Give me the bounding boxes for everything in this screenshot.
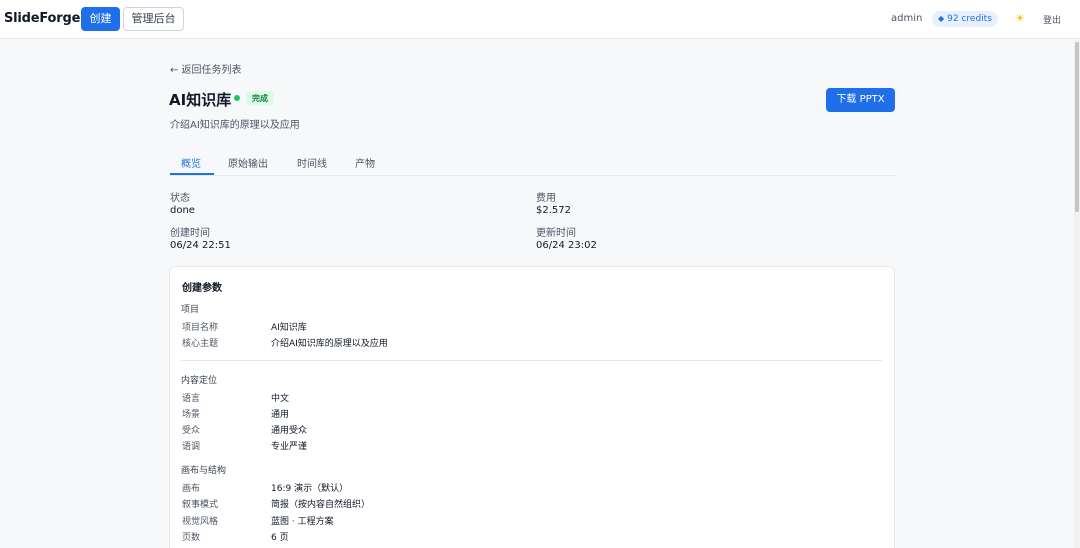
created-time-value: 06/24 22:51 — [170, 240, 231, 251]
diamond-icon: ◆ — [938, 14, 945, 23]
status-badge: 完成 — [246, 91, 274, 106]
created-time-label: 创建时间 — [170, 228, 210, 239]
param-key: 画布 — [182, 484, 201, 494]
tab-overview[interactable]: 概览 — [181, 155, 201, 170]
logout-link[interactable]: 登出 — [1043, 13, 1061, 26]
param-value: 专业严谨 — [271, 442, 308, 452]
nav-admin-button[interactable]: 管理后台 — [123, 7, 184, 31]
updated-time-value: 06/24 23:02 — [536, 240, 597, 251]
status-dot-icon — [234, 95, 240, 101]
param-key: 叙事模式 — [182, 500, 219, 510]
param-key: 受众 — [182, 426, 201, 436]
section-divider — [181, 360, 882, 361]
param-value: 16:9 演示（默认） — [271, 484, 349, 494]
user-name: admin — [891, 13, 923, 24]
credits-text: 92 credits — [947, 14, 992, 24]
status-label: 状态 — [170, 193, 190, 204]
param-value: 中文 — [271, 394, 290, 404]
brand-logo[interactable]: SlideForge — [4, 11, 80, 26]
section-canvas-heading: 画布与结构 — [181, 466, 227, 476]
param-value: AI知识库 — [271, 323, 307, 333]
download-pptx-button[interactable]: 下载 PPTX — [826, 88, 895, 112]
page-title: AI知识库 — [169, 91, 232, 109]
status-value: done — [170, 205, 195, 216]
top-bar: SlideForge 创建 管理后台 admin ◆ 92 credits ☀ 登… — [0, 0, 1080, 39]
param-key: 场景 — [182, 410, 201, 420]
credits-badge: ◆ 92 credits — [932, 11, 998, 27]
nav-create-button[interactable]: 创建 — [81, 7, 120, 31]
param-value: 通用 — [271, 410, 290, 420]
param-key: 页数 — [182, 533, 201, 543]
section-project-heading: 项目 — [181, 305, 200, 315]
page-subtitle: 介绍AI知识库的原理以及应用 — [170, 120, 300, 131]
param-key: 项目名称 — [182, 323, 219, 333]
param-value: 介绍AI知识库的原理以及应用 — [271, 339, 388, 349]
cost-label: 费用 — [536, 193, 556, 204]
active-tab-indicator — [170, 173, 214, 175]
scrollbar-thumb[interactable] — [1075, 42, 1079, 212]
param-key: 核心主题 — [182, 339, 219, 349]
param-value: 简报（按内容自然组织） — [271, 500, 371, 510]
tab-timeline[interactable]: 时间线 — [297, 155, 327, 170]
cost-value: $2.572 — [536, 205, 571, 216]
tabs-divider — [170, 175, 895, 176]
param-value: 6 页 — [271, 533, 289, 543]
sun-icon[interactable]: ☀ — [1015, 12, 1025, 25]
updated-time-label: 更新时间 — [536, 228, 576, 239]
param-value: 蓝图 · 工程方案 — [271, 517, 334, 527]
tab-raw-output[interactable]: 原始输出 — [228, 155, 268, 170]
param-value: 通用受众 — [271, 426, 308, 436]
back-to-list-link[interactable]: ← 返回任务列表 — [170, 61, 242, 76]
params-card-title: 创建参数 — [182, 283, 222, 294]
section-positioning-heading: 内容定位 — [181, 376, 218, 386]
tab-artifacts[interactable]: 产物 — [355, 155, 375, 170]
param-key: 语言 — [182, 394, 201, 404]
param-key: 语调 — [182, 442, 201, 452]
param-key: 视觉风格 — [182, 517, 219, 527]
